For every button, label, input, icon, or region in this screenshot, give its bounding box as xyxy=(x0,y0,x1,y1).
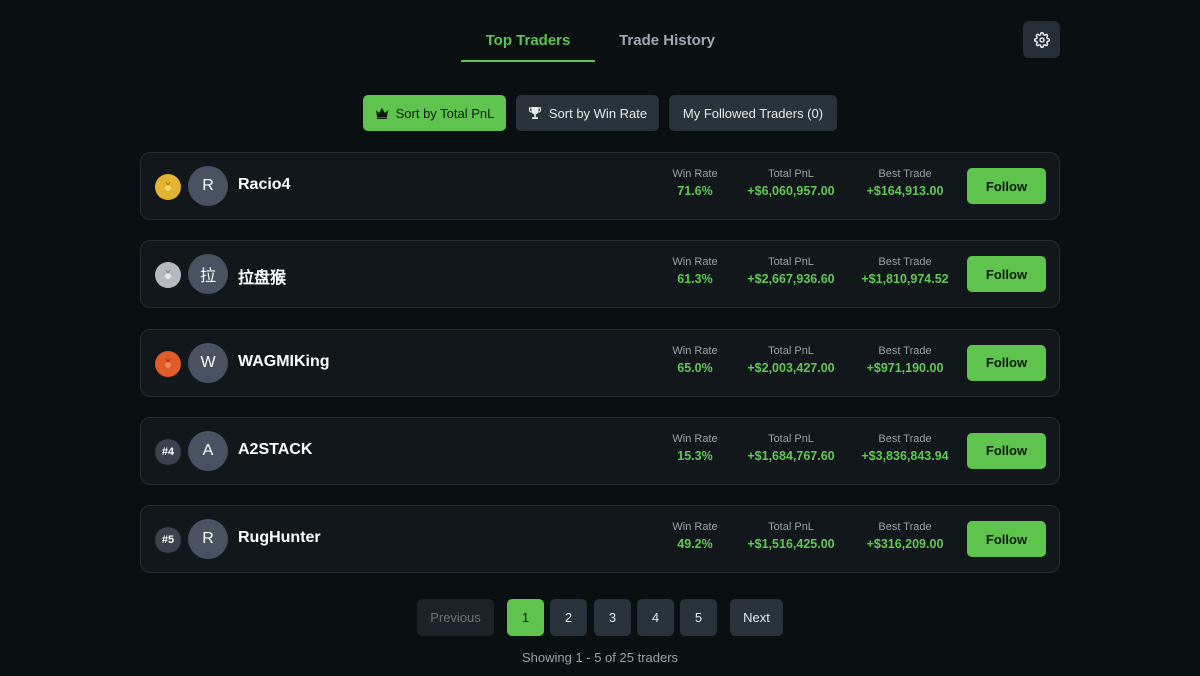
total-pnl-value: +$1,516,425.00 xyxy=(747,537,835,552)
win-rate-value: 15.3% xyxy=(677,448,713,463)
gold-medal-icon xyxy=(155,174,181,200)
gear-icon xyxy=(1033,31,1050,48)
page-button-5[interactable]: 5 xyxy=(680,599,717,636)
best-trade-value: +$316,209.00 xyxy=(866,537,944,552)
page-button-3[interactable]: 3 xyxy=(594,599,631,636)
total-pnl-stat: Total PnL +$1,516,425.00 xyxy=(737,521,845,551)
best-trade-stat: Best Trade +$971,190.00 xyxy=(851,345,959,375)
best-trade-stat: Best Trade +$1,810,974.52 xyxy=(851,256,959,286)
total-pnl-value: +$2,667,936.60 xyxy=(747,272,835,287)
total-pnl-label: Total PnL xyxy=(768,168,814,180)
avatar: W xyxy=(188,342,228,383)
best-trade-stat: Best Trade +$164,913.00 xyxy=(851,168,959,198)
best-trade-label: Best Trade xyxy=(878,256,932,269)
win-rate-stat: Win Rate 65.0% xyxy=(655,345,735,375)
trader-card: W WAGMIKing Win Rate 65.0% Total PnL +$2… xyxy=(140,328,1060,397)
sort-by-pnl-button[interactable]: Sort by Total PnL xyxy=(363,95,506,131)
total-pnl-label: Total PnL xyxy=(768,432,814,445)
win-rate-stat: Win Rate 61.3% xyxy=(655,256,735,286)
total-pnl-label: Total PnL xyxy=(768,521,814,534)
trader-card: #5 R RugHunter Win Rate 49.2% Total PnL … xyxy=(140,505,1060,574)
trader-name[interactable]: 拉盘猴 xyxy=(238,264,286,288)
rank-badge: #4 xyxy=(155,438,181,465)
crown-icon xyxy=(375,108,388,119)
best-trade-label: Best Trade xyxy=(878,344,932,357)
silver-medal-icon xyxy=(155,262,181,289)
sort-by-win-rate-label: Sort by Win Rate xyxy=(548,105,648,121)
win-rate-label: Win Rate xyxy=(672,168,718,180)
trader-name[interactable]: RugHunter xyxy=(238,529,321,547)
total-pnl-value: +$2,003,427.00 xyxy=(747,360,835,375)
win-rate-stat: Win Rate 15.3% xyxy=(655,433,735,463)
trader-card: 拉 拉盘猴 Win Rate 61.3% Total PnL +$2,667,9… xyxy=(140,240,1060,309)
win-rate-value: 65.0% xyxy=(677,360,713,375)
win-rate-value: 71.6% xyxy=(677,184,713,198)
trader-card: #4 A A2STACK Win Rate 15.3% Total PnL +$… xyxy=(140,416,1060,485)
win-rate-label: Win Rate xyxy=(672,432,718,445)
total-pnl-stat: Total PnL +$2,003,427.00 xyxy=(737,345,845,375)
best-trade-label: Best Trade xyxy=(878,168,932,180)
tab-trade-history[interactable]: Trade History xyxy=(600,22,734,62)
bronze-medal-icon xyxy=(155,350,181,377)
top-traders-page: Top Traders Trade History Sort by Total … xyxy=(0,0,1200,676)
total-pnl-value: +$6,060,957.00 xyxy=(747,184,835,198)
follow-button[interactable]: Follow xyxy=(967,256,1046,293)
best-trade-value: +$164,913.00 xyxy=(866,184,944,198)
win-rate-stat: Win Rate 71.6% xyxy=(655,168,735,198)
best-trade-stat: Best Trade +$3,836,843.94 xyxy=(851,433,959,463)
best-trade-value: +$1,810,974.52 xyxy=(861,272,949,287)
best-trade-value: +$971,190.00 xyxy=(866,360,944,375)
follow-button[interactable]: Follow xyxy=(967,344,1046,381)
trophy-icon xyxy=(528,107,541,119)
win-rate-label: Win Rate xyxy=(672,256,718,269)
best-trade-value: +$3,836,843.94 xyxy=(861,448,949,463)
page-button-2[interactable]: 2 xyxy=(550,599,587,636)
followed-traders-label: My Followed Traders (0) xyxy=(682,105,824,121)
rank-badge: #5 xyxy=(155,527,181,554)
win-rate-stat: Win Rate 49.2% xyxy=(655,521,735,551)
sort-controls: Sort by Total PnL Sort by Win Rate My Fo… xyxy=(0,95,1200,131)
trader-list: R Racio4 Win Rate 71.6% Total PnL +$6,06… xyxy=(140,152,1060,593)
follow-button[interactable]: Follow xyxy=(967,521,1046,558)
total-pnl-stat: Total PnL +$1,684,767.60 xyxy=(737,433,845,463)
best-trade-label: Best Trade xyxy=(878,521,932,534)
avatar: A xyxy=(188,430,228,471)
win-rate-label: Win Rate xyxy=(672,344,718,357)
sort-by-win-rate-button[interactable]: Sort by Win Rate xyxy=(516,95,659,131)
win-rate-value: 61.3% xyxy=(677,272,713,287)
trader-name[interactable]: A2STACK xyxy=(238,441,312,459)
total-pnl-label: Total PnL xyxy=(768,256,814,269)
avatar: 拉 xyxy=(188,254,228,295)
trader-card: R Racio4 Win Rate 71.6% Total PnL +$6,06… xyxy=(140,152,1060,220)
best-trade-label: Best Trade xyxy=(878,432,932,445)
total-pnl-label: Total PnL xyxy=(768,344,814,357)
tab-bar: Top Traders Trade History xyxy=(0,22,1200,62)
follow-button[interactable]: Follow xyxy=(967,168,1046,204)
next-page-button[interactable]: Next xyxy=(730,599,783,636)
tab-top-traders[interactable]: Top Traders xyxy=(461,22,595,62)
follow-button[interactable]: Follow xyxy=(967,432,1046,469)
best-trade-stat: Best Trade +$316,209.00 xyxy=(851,521,959,551)
pagination-summary: Showing 1 - 5 of 25 traders xyxy=(521,650,679,665)
pagination: Previous 1 2 3 4 5 Next xyxy=(0,599,1200,636)
settings-button[interactable] xyxy=(1023,21,1060,58)
followed-traders-button[interactable]: My Followed Traders (0) xyxy=(669,95,837,131)
trader-name[interactable]: Racio4 xyxy=(238,176,290,194)
win-rate-value: 49.2% xyxy=(677,537,713,552)
page-button-1[interactable]: 1 xyxy=(507,599,544,636)
total-pnl-value: +$1,684,767.60 xyxy=(747,448,835,463)
total-pnl-stat: Total PnL +$6,060,957.00 xyxy=(737,168,845,198)
avatar: R xyxy=(188,519,228,560)
avatar: R xyxy=(188,166,228,206)
trader-name[interactable]: WAGMIKing xyxy=(238,353,330,371)
total-pnl-stat: Total PnL +$2,667,936.60 xyxy=(737,256,845,286)
win-rate-label: Win Rate xyxy=(672,521,718,534)
sort-by-pnl-label: Sort by Total PnL xyxy=(395,105,495,121)
previous-page-button[interactable]: Previous xyxy=(417,599,494,636)
page-button-4[interactable]: 4 xyxy=(637,599,674,636)
